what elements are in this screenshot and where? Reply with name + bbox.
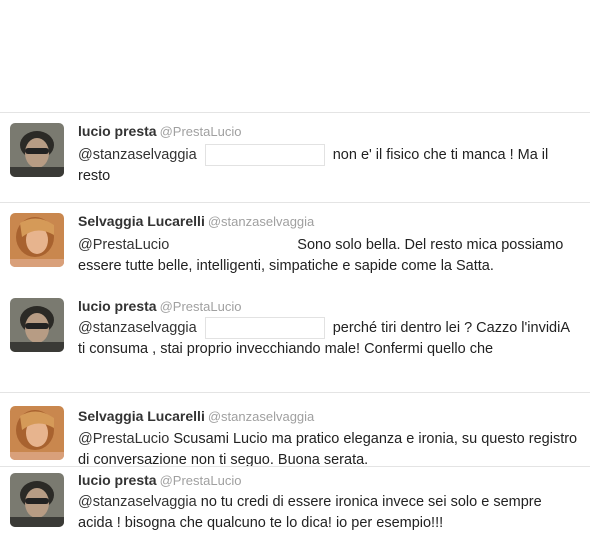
tweet-text: @PrestaLucio Sono solo bella. Del resto m… [78, 234, 578, 277]
mention-link[interactable]: @stanzaselvaggia [78, 320, 197, 336]
tweet-text: @stanzaselvaggia non e' il fisico che ti … [78, 144, 578, 187]
avatar[interactable] [10, 123, 64, 177]
user-name[interactable]: lucio presta [78, 298, 157, 314]
user-name[interactable]: lucio presta [78, 472, 157, 488]
user-name[interactable]: lucio presta [78, 123, 157, 139]
redacted-box [204, 144, 325, 166]
user-name[interactable]: Selvaggia Lucarelli [78, 408, 205, 424]
tweet-item: Selvaggia Lucarelli @stanzaselvaggia @Pre… [0, 202, 590, 293]
tweet-header: lucio presta @PrestaLucio [78, 122, 241, 141]
tweet-text: @PrestaLucio Scusami Lucio ma pratico el… [78, 429, 578, 469]
user-handle[interactable]: @stanzaselvaggia [208, 214, 314, 229]
avatar[interactable] [10, 473, 64, 527]
user-handle[interactable]: @stanzaselvaggia [208, 409, 314, 424]
redacted-box [177, 234, 284, 256]
redacted-box [204, 317, 325, 339]
avatar[interactable] [10, 406, 64, 460]
tweet-text: @stanzaselvaggia no tu credi di essere i… [78, 492, 578, 534]
avatar[interactable] [10, 298, 64, 352]
mention-link[interactable]: @stanzaselvaggia [78, 147, 197, 163]
mention-link[interactable]: @stanzaselvaggia [78, 494, 197, 510]
tweet-header: lucio presta @PrestaLucio [78, 297, 241, 316]
tweet-text: @stanzaselvaggia perché tiri dentro lei ?… [78, 317, 578, 360]
tweet-header: lucio presta @PrestaLucio [78, 471, 241, 490]
mention-link[interactable]: @PrestaLucio [78, 431, 169, 447]
user-handle[interactable]: @PrestaLucio [160, 124, 242, 139]
user-handle[interactable]: @PrestaLucio [160, 473, 242, 488]
tweet-item: lucio presta @PrestaLucio @stanzaselvaggi… [0, 112, 590, 203]
tweet-item: lucio presta @PrestaLucio @stanzaselvaggi… [0, 292, 590, 392]
tweet-header: Selvaggia Lucarelli @stanzaselvaggia [78, 212, 314, 231]
tweet-item: Selvaggia Lucarelli @stanzaselvaggia @Pre… [0, 392, 590, 469]
user-handle[interactable]: @PrestaLucio [160, 299, 242, 314]
tweet-item: lucio presta @PrestaLucio @stanzaselvaggi… [0, 466, 590, 538]
avatar[interactable] [10, 213, 64, 267]
user-name[interactable]: Selvaggia Lucarelli [78, 213, 205, 229]
tweet-header: Selvaggia Lucarelli @stanzaselvaggia [78, 407, 314, 426]
mention-link[interactable]: @PrestaLucio [78, 237, 169, 253]
